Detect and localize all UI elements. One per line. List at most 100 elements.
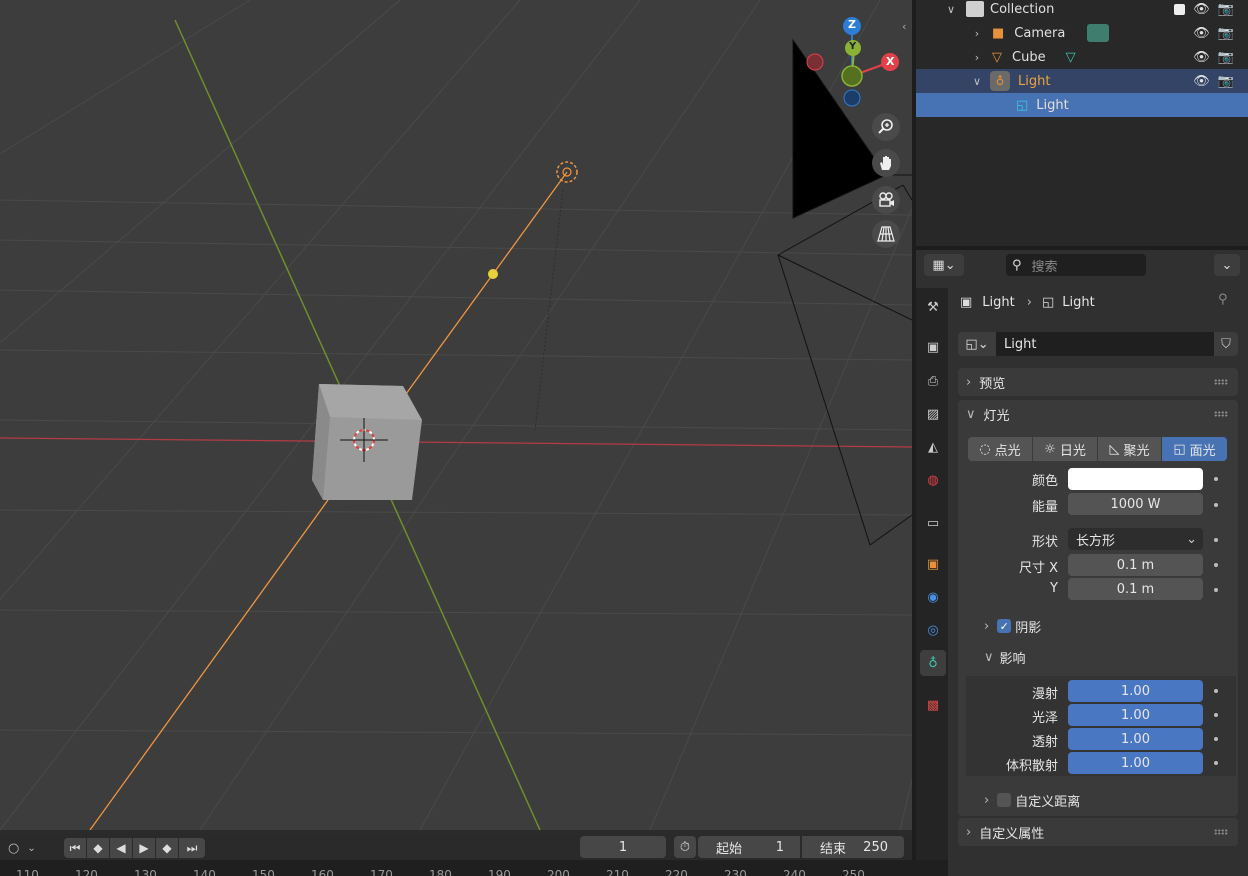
glossy-field[interactable]: 1.00 xyxy=(1068,704,1203,726)
outliner-row-collection[interactable]: ∨ Collection 👁 📷 xyxy=(916,0,1248,21)
tab-light-data[interactable]: ♁ xyxy=(920,650,946,676)
tab-tool[interactable]: ⚒ xyxy=(920,294,946,320)
pin-icon[interactable]: ⚲ xyxy=(1218,292,1228,307)
custom-distance-checkbox[interactable] xyxy=(997,793,1012,807)
render-camera-icon[interactable]: 📷 xyxy=(1218,2,1234,17)
outliner[interactable]: ∨ Collection 👁 📷 › ■ Camera 👁 📷 › ▽ Cube … xyxy=(916,0,1248,246)
eye-icon[interactable]: 👁 xyxy=(1193,50,1210,65)
subpanel-custom-distance-header[interactable]: › 自定义距离 xyxy=(984,790,1080,810)
search-input[interactable]: ⚲ 搜索 xyxy=(1006,254,1146,276)
collection-icon xyxy=(966,1,984,17)
3d-viewport[interactable]: Z Y X ‹ xyxy=(0,0,912,830)
size-y-field[interactable]: 0.1 m xyxy=(1068,578,1203,600)
chevron-down-icon: ∨ xyxy=(966,406,976,422)
chevron-right-icon[interactable]: › xyxy=(970,51,984,64)
render-camera-icon[interactable]: 📷 xyxy=(1218,26,1234,41)
tab-collection[interactable]: ▭ xyxy=(920,510,946,536)
checkbox-icon[interactable] xyxy=(1174,3,1186,15)
light-type-spot[interactable]: ◺ 聚光 xyxy=(1098,437,1161,461)
shape-dropdown[interactable]: 长方形 ⌄ xyxy=(1068,528,1203,550)
energy-field[interactable]: 1000 W xyxy=(1068,493,1203,515)
tab-render[interactable]: ▣ xyxy=(920,334,946,360)
perspective-toggle-button[interactable] xyxy=(872,220,900,248)
tab-view-layer[interactable]: ▨ xyxy=(920,401,946,427)
size-x-field[interactable]: 0.1 m xyxy=(1068,554,1203,576)
datablock-browse-button[interactable]: ◱⌄ xyxy=(958,332,996,356)
cube-object[interactable] xyxy=(312,384,422,500)
editor-type-dropdown[interactable]: ▦⌄ xyxy=(924,254,964,276)
keyframe-dot[interactable] xyxy=(1214,689,1218,693)
jump-start-button[interactable]: ⏮ xyxy=(64,838,86,858)
keying-dropdown[interactable]: ○ ⌄ xyxy=(8,838,56,858)
sidebar-toggle-arrow[interactable]: ‹ xyxy=(902,20,906,33)
current-frame-field[interactable]: 1 xyxy=(580,836,666,858)
eye-icon[interactable]: 👁 xyxy=(1193,26,1210,41)
diffuse-field[interactable]: 1.00 xyxy=(1068,680,1203,702)
panel-custom-props-header[interactable]: › 自定义属性 xyxy=(958,818,1238,846)
datablock-name-field[interactable]: Light xyxy=(996,332,1214,356)
pan-button[interactable] xyxy=(872,149,900,177)
keyframe-dot[interactable] xyxy=(1214,737,1218,741)
tab-physics[interactable]: ◉ xyxy=(920,584,946,610)
chevron-down-icon[interactable]: ∨ xyxy=(944,3,958,16)
tab-output[interactable]: ⎙ xyxy=(920,368,946,394)
navigation-gizmo[interactable]: Z Y X xyxy=(802,14,908,110)
eye-icon[interactable]: 👁 xyxy=(1193,74,1210,89)
light-type-area[interactable]: ◱ 面光 xyxy=(1162,437,1227,461)
outliner-row-light-data[interactable]: ◱ Light xyxy=(916,93,1248,117)
tab-texture[interactable]: ▩ xyxy=(920,692,946,718)
options-dropdown[interactable]: ⌄ xyxy=(1214,254,1240,276)
keyframe-dot[interactable] xyxy=(1214,503,1218,507)
keyframe-dot[interactable] xyxy=(1214,538,1218,542)
transmission-field[interactable]: 1.00 xyxy=(1068,728,1203,750)
shield-icon: ⛉ xyxy=(1221,336,1231,352)
point-light-icon: ◌ xyxy=(979,441,991,457)
play-reverse-button[interactable]: ◀ xyxy=(110,838,132,858)
prev-keyframe-button[interactable]: ◆ xyxy=(87,838,109,858)
influence-label: 影响 xyxy=(999,651,1026,667)
timeline-ruler[interactable]: 110 120 130 140 150 160 170 180 190 200 210 220 230 2… xyxy=(0,860,948,876)
keyframe-dot[interactable] xyxy=(1214,761,1218,765)
drag-handle-icon[interactable] xyxy=(1214,411,1228,417)
next-keyframe-button[interactable]: ◆ xyxy=(156,838,178,858)
preview-range-button[interactable]: ⏱ xyxy=(674,836,696,858)
tab-object[interactable]: ▣ xyxy=(920,551,946,577)
jump-end-button[interactable]: ⏭ xyxy=(179,838,205,858)
drag-handle-icon[interactable] xyxy=(1214,379,1228,385)
shadow-checkbox[interactable]: ✓ xyxy=(997,619,1012,633)
chevron-right-icon[interactable]: › xyxy=(970,27,984,40)
keyframe-dot[interactable] xyxy=(1214,713,1218,717)
zoom-button[interactable] xyxy=(872,113,900,141)
outliner-row-light[interactable]: ∨ ♁ Light 👁 📷 xyxy=(916,69,1248,93)
color-swatch[interactable] xyxy=(1068,468,1203,490)
shape-label: 形状 xyxy=(1031,535,1058,550)
panel-light-header[interactable]: ∨ 灯光 xyxy=(958,400,1238,428)
scene-canvas[interactable] xyxy=(0,0,912,830)
eye-icon[interactable]: 👁 xyxy=(1193,2,1210,17)
end-frame-field[interactable]: 结束 250 xyxy=(802,836,904,858)
mesh-object-icon: ▽ xyxy=(992,49,1002,65)
light-type-sun[interactable]: ☼ 日光 xyxy=(1033,437,1097,461)
light-type-point[interactable]: ◌ 点光 xyxy=(968,437,1032,461)
tab-world[interactable]: ◍ xyxy=(920,467,946,493)
panel-preview-header[interactable]: › 预览 xyxy=(958,368,1238,396)
keyframe-dot[interactable] xyxy=(1214,588,1218,592)
keyframe-dot[interactable] xyxy=(1214,477,1218,481)
outliner-row-camera[interactable]: › ■ Camera 👁 📷 xyxy=(916,21,1248,45)
breadcrumb: ▣ Light › ◱ Light xyxy=(960,292,1230,312)
subpanel-influence-header[interactable]: ∨ 影响 xyxy=(984,647,1026,667)
drag-handle-icon[interactable] xyxy=(1214,829,1228,835)
play-button[interactable]: ▶ xyxy=(133,838,155,858)
tab-constraints[interactable]: ◎ xyxy=(920,617,946,643)
render-camera-icon[interactable]: 📷 xyxy=(1218,50,1234,65)
chevron-down-icon[interactable]: ∨ xyxy=(970,75,984,88)
start-frame-field[interactable]: 起始 1 xyxy=(698,836,800,858)
keyframe-dot[interactable] xyxy=(1214,563,1218,567)
tab-scene[interactable]: ◭ xyxy=(920,434,946,460)
render-camera-icon[interactable]: 📷 xyxy=(1218,74,1234,89)
volume-scatter-field[interactable]: 1.00 xyxy=(1068,752,1203,774)
outliner-row-cube[interactable]: › ▽ Cube ▽ 👁 📷 xyxy=(916,45,1248,69)
subpanel-shadow-header[interactable]: › ✓ 阴影 xyxy=(984,616,1041,636)
camera-view-button[interactable] xyxy=(872,186,900,214)
fake-user-button[interactable]: ⛉ xyxy=(1214,332,1238,356)
